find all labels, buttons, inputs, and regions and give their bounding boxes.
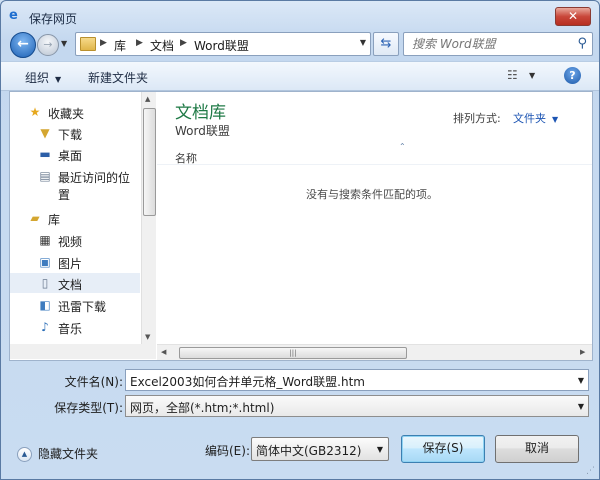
music-icon: ♪ (41, 320, 49, 334)
nav-label: 下载 (58, 128, 83, 142)
organize-menu[interactable]: 组织 ▼ (25, 69, 61, 86)
library-title: 文档库 (175, 103, 226, 123)
sort-value: 文件夹 (513, 112, 546, 125)
encoding-label: 编码(E): (205, 444, 250, 458)
breadcrumb-libraries[interactable]: 库 (114, 37, 126, 54)
folder-icon (80, 37, 96, 51)
chevron-down-icon: ▼ (577, 402, 584, 411)
history-dropdown-icon[interactable]: ▼ (61, 39, 67, 48)
horizontal-scrollbar[interactable]: ◀ ||| ▶ (157, 344, 592, 360)
nav-label: 图片 (58, 257, 83, 271)
back-button[interactable]: ← (10, 32, 36, 58)
chevron-down-icon: ▼ (552, 115, 559, 124)
breadcrumb-arrow-icon[interactable]: ▶ (180, 38, 187, 48)
filename-value: Excel2003如何合并单元格_Word联盟.htm (130, 375, 365, 389)
breadcrumb-word-lianmeng[interactable]: Word联盟 (194, 37, 249, 54)
star-icon: ★ (29, 105, 41, 119)
picture-icon: ▣ (39, 255, 51, 269)
ie-icon: e (9, 8, 18, 23)
nav-label: 视频 (58, 235, 83, 249)
filename-dropdown-icon[interactable]: ▼ (578, 376, 584, 385)
library-icon: ▰ (30, 211, 40, 225)
forward-button[interactable]: → (37, 34, 59, 56)
view-dropdown-icon[interactable]: ▼ (529, 71, 535, 80)
save-type-select[interactable]: 网页，全部(*.htm;*.html) ▼ (125, 395, 589, 417)
chevron-down-icon: ▼ (376, 445, 383, 454)
empty-message: 没有与搜索条件匹配的项。 (306, 188, 438, 201)
filename-label: 文件名(N): (64, 375, 123, 389)
file-list-pane: 文档库 Word联盟 排列方式: 文件夹 ▼ ⌃ 名称 没有与搜索条件匹配的项。 … (157, 92, 592, 360)
sort-label: 排列方式: (453, 112, 501, 125)
sort-by-dropdown[interactable]: 文件夹 ▼ (513, 110, 558, 126)
nav-downloads[interactable]: ▼ 下载 (10, 123, 140, 143)
collapse-icon: ▲ (17, 447, 32, 462)
search-box[interactable]: ⚲ (403, 32, 593, 56)
nav-recent-places[interactable]: ▤ 最近访问的位置 (10, 166, 140, 202)
chevron-down-icon: ▼ (55, 75, 62, 84)
save-webpage-dialog: e 保存网页 ✕ ← → ▼ ▶ 库 ▶ 文档 ▶ Word联盟 ▼ ⇆ ⚲ 组… (0, 0, 600, 480)
address-dropdown-icon[interactable]: ▼ (360, 38, 366, 47)
search-icon[interactable]: ⚲ (577, 36, 587, 51)
save-type-label: 保存类型(T): (54, 401, 123, 415)
breadcrumb-arrow-icon[interactable]: ▶ (100, 38, 107, 48)
column-divider (157, 164, 592, 165)
nav-label: 收藏夹 (48, 107, 85, 121)
nav-favorites[interactable]: ★ 收藏夹 (10, 102, 140, 122)
hide-folders-label: 隐藏文件夹 (38, 447, 99, 461)
nav-label: 最近访问的位置 (58, 171, 131, 202)
breadcrumb-documents[interactable]: 文档 (150, 37, 174, 54)
nav-music[interactable]: ♪ 音乐 (10, 317, 140, 337)
video-icon: ▦ (39, 233, 51, 247)
address-bar[interactable]: ▶ 库 ▶ 文档 ▶ Word联盟 ▼ (75, 32, 371, 56)
nav-documents[interactable]: ▯ 文档 (10, 273, 140, 293)
refresh-button[interactable]: ⇆ (373, 32, 399, 56)
nav-label: 文档 (58, 278, 83, 292)
scroll-down-icon[interactable]: ▼ (145, 333, 150, 341)
hide-folders-toggle[interactable]: ▲ 隐藏文件夹 (17, 445, 98, 462)
nav-label: 桌面 (58, 149, 83, 163)
breadcrumb-arrow-icon[interactable]: ▶ (136, 38, 143, 48)
nav-label: 音乐 (58, 322, 83, 336)
save-type-value: 网页，全部(*.htm;*.html) (130, 401, 275, 415)
scroll-up-icon[interactable]: ▲ (145, 95, 150, 103)
nav-desktop[interactable]: ▬ 桌面 (10, 144, 140, 164)
browser-pane: ★ 收藏夹 ▼ 下载 ▬ 桌面 ▤ 最近访问的位置 ▰ 库 ▦ 视频 ▣ 图片 … (9, 91, 593, 361)
new-folder-button[interactable]: 新建文件夹 (88, 69, 148, 86)
close-button[interactable]: ✕ (555, 7, 591, 26)
command-bar: 组织 ▼ 新建文件夹 ☷ ▼ ? (1, 61, 599, 91)
encoding-value: 简体中文(GB2312) (256, 444, 362, 458)
recent-places-icon: ▤ (39, 169, 51, 183)
window-title: 保存网页 (29, 12, 78, 26)
nav-scroll-corner (10, 344, 156, 359)
download-folder-icon: ▼ (40, 126, 50, 140)
nav-vertical-scrollbar[interactable]: ▲ ▼ (141, 92, 156, 344)
save-button[interactable]: 保存(S) (401, 435, 485, 463)
nav-videos[interactable]: ▦ 视频 (10, 230, 140, 250)
organize-label: 组织 (25, 71, 50, 85)
encoding-select[interactable]: 简体中文(GB2312) ▼ (251, 437, 389, 461)
xunlei-icon: ◧ (39, 298, 51, 312)
library-subtitle: Word联盟 (175, 124, 230, 138)
navigation-pane: ★ 收藏夹 ▼ 下载 ▬ 桌面 ▤ 最近访问的位置 ▰ 库 ▦ 视频 ▣ 图片 … (10, 92, 140, 344)
nav-libraries[interactable]: ▰ 库 (10, 208, 140, 228)
scroll-left-icon[interactable]: ◀ (161, 348, 166, 356)
cancel-button[interactable]: 取消 (495, 435, 579, 463)
desktop-icon: ▬ (39, 147, 51, 161)
nav-label: 迅雷下载 (58, 300, 107, 314)
scrollbar-thumb[interactable]: ||| (179, 347, 407, 359)
nav-label: 库 (48, 213, 61, 227)
sort-caret-icon: ⌃ (399, 142, 406, 151)
scroll-right-icon[interactable]: ▶ (580, 348, 585, 356)
view-options-icon[interactable]: ☷ (507, 68, 521, 82)
nav-pictures[interactable]: ▣ 图片 (10, 252, 140, 272)
title-bar: e 保存网页 ✕ (1, 1, 599, 29)
scrollbar-thumb[interactable] (143, 108, 156, 216)
search-input[interactable] (412, 37, 562, 51)
nav-xunlei-downloads[interactable]: ◧ 迅雷下载 (10, 295, 140, 315)
resize-grip-icon[interactable]: ⋰ (586, 466, 595, 476)
document-icon: ▯ (41, 276, 49, 290)
help-icon[interactable]: ? (564, 67, 581, 84)
filename-field[interactable]: Excel2003如何合并单元格_Word联盟.htm ▼ (125, 369, 589, 391)
